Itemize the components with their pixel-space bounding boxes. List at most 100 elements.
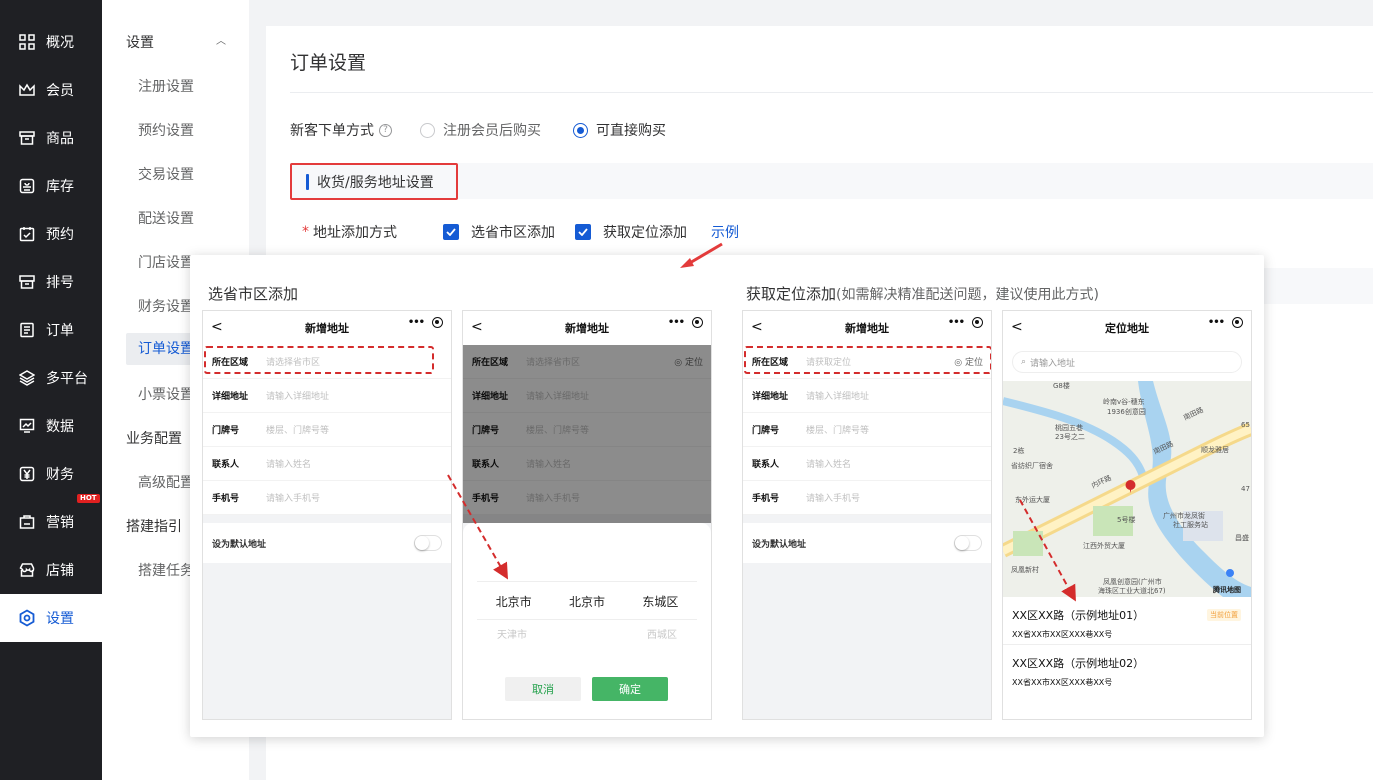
layers-icon [18,369,36,387]
highlight-area-field [204,346,434,374]
sidebar-item-inventory[interactable]: 库存 [0,162,102,210]
overlay-mask [463,345,711,523]
subnav-item-booking[interactable]: 预约设置 [138,120,194,140]
subnav-item-trade[interactable]: 交易设置 [138,164,194,184]
subnav-group-settings[interactable]: 设置 ︿ [126,32,226,52]
shop-icon [18,129,36,147]
map-label: 1936创意园 [1107,408,1146,416]
phone-title: 定位地址 [1105,322,1149,335]
grid-icon [18,33,36,51]
field-label: 联系人 [752,460,780,470]
radio-direct-buy-label[interactable]: 可直接购买 [596,120,666,140]
subnav-item-register[interactable]: 注册设置 [138,76,194,96]
yen-icon [18,465,36,483]
section-accent-bar [306,173,309,190]
checkbox-locate[interactable] [575,224,591,240]
subnav-item-tasks[interactable]: 搭建任务 [138,560,194,580]
subnav-item-finance[interactable]: 财务设置 [138,296,194,316]
help-icon[interactable]: ? [379,123,392,137]
sidebar-item-queue[interactable]: 排号 [0,258,102,306]
sidebar-item-marketing[interactable]: 营销 HOT [0,494,102,546]
address-detail: XX省XX市XX区XXX巷XX号 [1012,678,1113,687]
popup-right-subtitle: (如需解决精准配送问题，建议使用此方式) [836,287,1099,303]
picker-city [567,626,607,641]
picker-district: 西城区 [647,630,677,641]
sidebar-item-store[interactable]: 店铺 [0,546,102,594]
sidebar-item-settings[interactable]: 设置 [0,594,102,642]
target-icon [1232,317,1243,328]
field-label: 门牌号 [212,426,240,436]
sidebar-item-multiplatform[interactable]: 多平台 [0,354,102,402]
form-row-phone: 手机号 请输入手机号 [203,481,451,515]
map-label: 65 [1241,421,1250,429]
radio-register-first[interactable] [420,122,435,138]
mini-program-capsule: ••• [1208,317,1243,328]
sidebar-item-member[interactable]: 会员 [0,66,102,114]
subnav-group-business[interactable]: 业务配置 [126,428,182,448]
phone-title: 新增地址 [305,322,349,335]
mini-program-capsule: ••• [948,317,983,328]
page-title: 订单设置 [290,52,367,74]
subnav-item-store[interactable]: 门店设置 [138,252,194,272]
phone-mockup-locate: < 新增地址 ••• 所在区域 请获取定位 ◎ 定位 详细地址 请输入详细地址 门牌号 楼层… [742,310,992,720]
field-placeholder: 请输入手机号 [266,494,321,504]
subnav-group-guide[interactable]: 搭建指引 [126,516,182,536]
picker-district: 东城区 [642,595,679,609]
field-placeholder: 请输入姓名 [806,460,852,470]
search-placeholder: 请输入地址 [1030,358,1076,369]
address-method-label: 地址添加方式 [313,225,397,241]
form-row-phone: 手机号 请输入手机号 [743,481,991,515]
default-address-row: 设为默认地址 [203,523,451,563]
picker-confirm-button: 确定 [592,677,668,701]
region-picker-sheet: 北京市 北京市 东城区 天津市 西城区 取消 确定 [463,523,711,719]
map-view: G8楼 岭南v谷-穗东 1936创意园 桃园五巷 23号之二 2栋 省纺织厂宿舍… [1003,381,1251,597]
chart-icon [18,417,36,435]
search-icon: ⌕ [1021,357,1027,367]
field-label: 详细地址 [752,392,789,402]
order-icon [18,321,36,339]
back-icon: < [471,319,483,335]
example-link[interactable]: 示例 [711,222,739,242]
popup-right-title-text: 获取定位添加 [746,285,837,303]
address-detail: XX省XX市XX区XXX巷XX号 [1012,630,1113,639]
new-customer-row: 新客下单方式 ? 注册会员后购买 可直接购买 [290,120,666,140]
form-row-door: 门牌号 楼层、门牌号等 [203,413,451,447]
phone-title: 新增地址 [845,322,889,335]
more-icon: ••• [667,317,685,328]
sidebar-item-label: 概况 [46,35,74,51]
sidebar-item-goods[interactable]: 商品 [0,114,102,162]
phone-mockup-select-region: < 新增地址 ••• 所在区域 请选择省市区 详细地址 请输入详细地址 门牌号 楼层、门牌… [202,310,452,720]
address-method-row: * 地址添加方式 选省市区添加 获取定位添加 示例 [302,222,739,242]
radio-register-first-label[interactable]: 注册会员后购买 [443,120,541,140]
field-placeholder: 请输入手机号 [806,494,861,504]
sidebar-item-label: 订单 [46,323,74,339]
phone-header: < 新增地址 ••• [743,311,991,345]
subnav-item-receipt[interactable]: 小票设置 [138,384,194,404]
radio-direct-buy[interactable] [573,122,588,138]
subnav-item-advanced[interactable]: 高级配置 [138,472,194,492]
map-label: 47 [1241,485,1250,493]
sidebar-item-finance[interactable]: 财务 [0,450,102,498]
sidebar-item-label: 多平台 [46,371,88,387]
sidebar-item-overview[interactable]: 概况 [0,18,102,66]
map-label: G8楼 [1053,382,1070,390]
sidebar-item-data[interactable]: 数据 [0,402,102,450]
sidebar-item-order[interactable]: 订单 [0,306,102,354]
checkbox-select-region-label[interactable]: 选省市区添加 [471,222,555,242]
section-title: 收货/服务地址设置 [317,174,434,191]
sidebar-item-label: 设置 [46,611,74,627]
form-row-detail: 详细地址 请输入详细地址 [203,379,451,413]
inventory-icon [18,177,36,195]
subnav-item-delivery[interactable]: 配送设置 [138,208,194,228]
map-label: 2栋 [1013,447,1025,455]
map-label: 23号之二 [1055,433,1085,441]
calendar-check-icon [18,225,36,243]
more-icon: ••• [407,317,425,328]
sidebar-item-booking[interactable]: 预约 [0,210,102,258]
address-title: XX区XX路（示例地址02） [1012,657,1145,670]
current-location-badge: 当前位置 [1207,609,1241,621]
checkbox-locate-label[interactable]: 获取定位添加 [603,222,687,242]
map-label: 5号楼 [1117,516,1136,524]
checkbox-select-region[interactable] [443,224,459,240]
phone-header: < 新增地址 ••• [203,311,451,345]
